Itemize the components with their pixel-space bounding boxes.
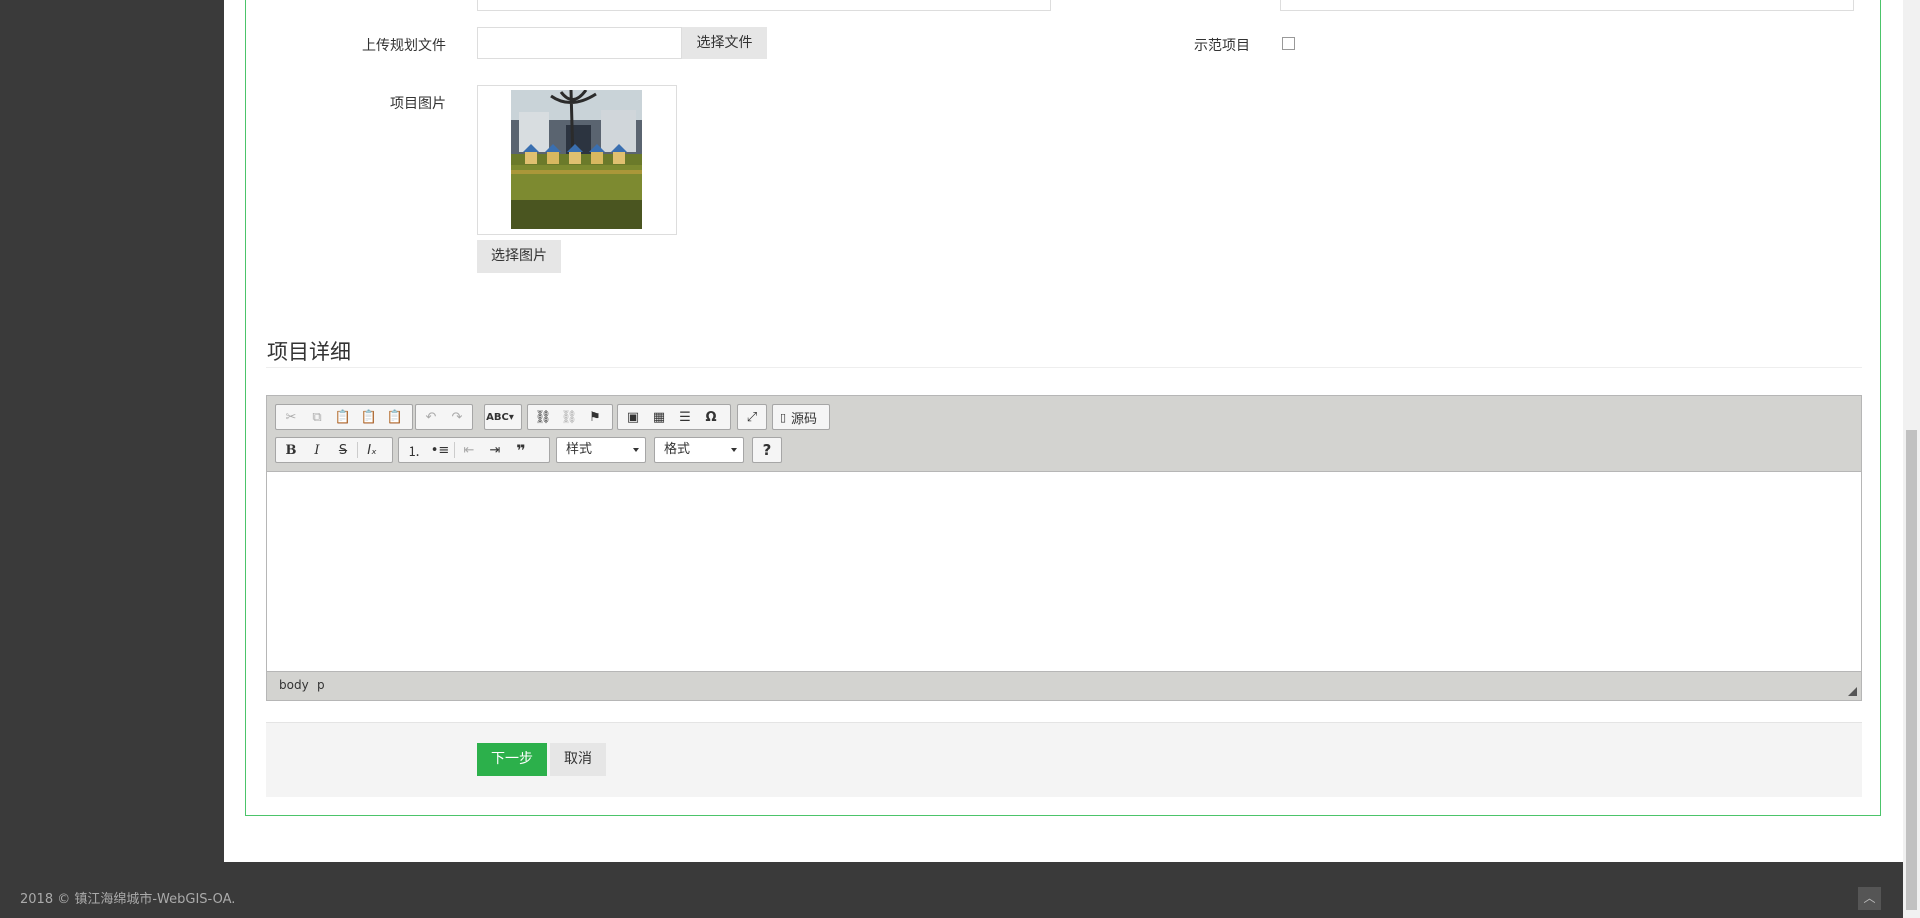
unlink-icon[interactable]: ⛓	[556, 406, 582, 428]
table-icon[interactable]: ▦	[646, 406, 672, 428]
help-icon[interactable]: ?	[755, 439, 779, 461]
numbered-list-icon[interactable]: ⒈	[401, 439, 427, 461]
choose-image-button[interactable]: 选择图片	[477, 240, 561, 273]
text-field-partial-left[interactable]	[477, 0, 1051, 11]
paragraph-group: ⒈ •≡ ⇤ ⇥ ❞	[398, 437, 550, 463]
spellcheck-icon[interactable]: ABC▾	[486, 406, 514, 428]
image-preview-frame	[477, 85, 677, 235]
project-image-label: 项目图片	[390, 96, 446, 112]
demo-project-label: 示范项目	[1194, 38, 1250, 54]
section-divider	[266, 367, 1862, 368]
basic-styles-group: B I S Iₓ	[275, 437, 393, 463]
source-label: 源码	[791, 411, 818, 427]
styles-dropdown[interactable]: 样式	[556, 437, 646, 463]
anchor-icon[interactable]: ⚑	[582, 406, 608, 428]
cancel-button[interactable]: 取消	[550, 743, 606, 776]
indent-icon[interactable]: ⇥	[482, 439, 508, 461]
maximize-group: ⤢	[737, 404, 767, 430]
scrollbar[interactable]	[1903, 0, 1920, 918]
italic-icon[interactable]: I	[304, 439, 330, 461]
redo-icon[interactable]: ↷	[444, 406, 470, 428]
back-to-top-icon[interactable]: ︿	[1858, 887, 1881, 910]
link-icon[interactable]: ⛓	[530, 406, 556, 428]
special-char-icon[interactable]: Ω	[698, 406, 724, 428]
cut-icon[interactable]: ✂	[278, 406, 304, 428]
footer: 2018 © 镇江海绵城市-WebGIS-OA.	[0, 862, 1903, 918]
chevron-down-icon	[633, 448, 639, 452]
text-field-partial-right[interactable]	[1280, 0, 1854, 11]
format-dropdown[interactable]: 格式	[654, 437, 744, 463]
insert-group: ▣ ▦ ☰ Ω	[617, 404, 731, 430]
outdent-icon[interactable]: ⇤	[456, 439, 482, 461]
styles-label: 样式	[566, 442, 593, 457]
undo-icon[interactable]: ↶	[418, 406, 444, 428]
editor-toolbar: ✂ ⧉ 📋 📋 📋 ↶ ↷ ABC▾ ⛓ ⛓ ⚑ ▣ ▦ ☰ Ω ⤢ ▯ 源码 …	[267, 396, 1861, 472]
spellcheck-group: ABC▾	[484, 404, 522, 430]
toolbar-separator	[357, 442, 358, 458]
source-group[interactable]: ▯ 源码	[772, 404, 830, 430]
bulleted-list-icon[interactable]: •≡	[427, 439, 453, 461]
help-group: ?	[752, 437, 782, 463]
upload-plan-label: 上传规划文件	[362, 38, 446, 54]
section-title: 项目详细	[267, 340, 351, 364]
toolbar-separator	[454, 442, 455, 458]
strike-icon[interactable]: S	[330, 439, 356, 461]
paste-icon[interactable]: 📋	[330, 406, 356, 428]
scrollbar-thumb[interactable]	[1906, 430, 1917, 910]
next-step-button[interactable]: 下一步	[477, 743, 547, 776]
source-icon: ▯	[779, 410, 787, 424]
link-group: ⛓ ⛓ ⚑	[527, 404, 613, 430]
image-icon[interactable]: ▣	[620, 406, 646, 428]
maximize-icon[interactable]: ⤢	[740, 406, 764, 428]
demo-project-checkbox[interactable]	[1282, 37, 1295, 50]
paste-text-icon[interactable]: 📋	[356, 406, 382, 428]
undo-group: ↶ ↷	[415, 404, 473, 430]
resize-handle-icon[interactable]	[1848, 687, 1857, 696]
editor-statusbar: body p	[267, 671, 1861, 700]
horizontal-rule-icon[interactable]: ☰	[672, 406, 698, 428]
path-p[interactable]: p	[317, 678, 325, 692]
editor-content-area[interactable]	[267, 472, 1861, 672]
project-photo	[511, 90, 642, 229]
rich-text-editor: ✂ ⧉ 📋 📋 📋 ↶ ↷ ABC▾ ⛓ ⛓ ⚑ ▣ ▦ ☰ Ω ⤢ ▯ 源码 …	[266, 395, 1862, 701]
path-body[interactable]: body	[279, 678, 309, 692]
copy-icon[interactable]: ⧉	[304, 406, 330, 428]
remove-format-icon[interactable]: Iₓ	[359, 439, 385, 461]
choose-file-button[interactable]: 选择文件	[682, 27, 767, 59]
format-label: 格式	[664, 442, 691, 457]
blockquote-icon[interactable]: ❞	[508, 439, 534, 461]
paste-word-icon[interactable]: 📋	[382, 406, 408, 428]
sidebar	[0, 0, 224, 862]
clipboard-group: ✂ ⧉ 📋 📋 📋	[275, 404, 413, 430]
bold-icon[interactable]: B	[278, 439, 304, 461]
file-path-input[interactable]	[477, 27, 682, 59]
chevron-down-icon	[731, 448, 737, 452]
copyright-text: 2018 © 镇江海绵城市-WebGIS-OA.	[20, 892, 236, 907]
